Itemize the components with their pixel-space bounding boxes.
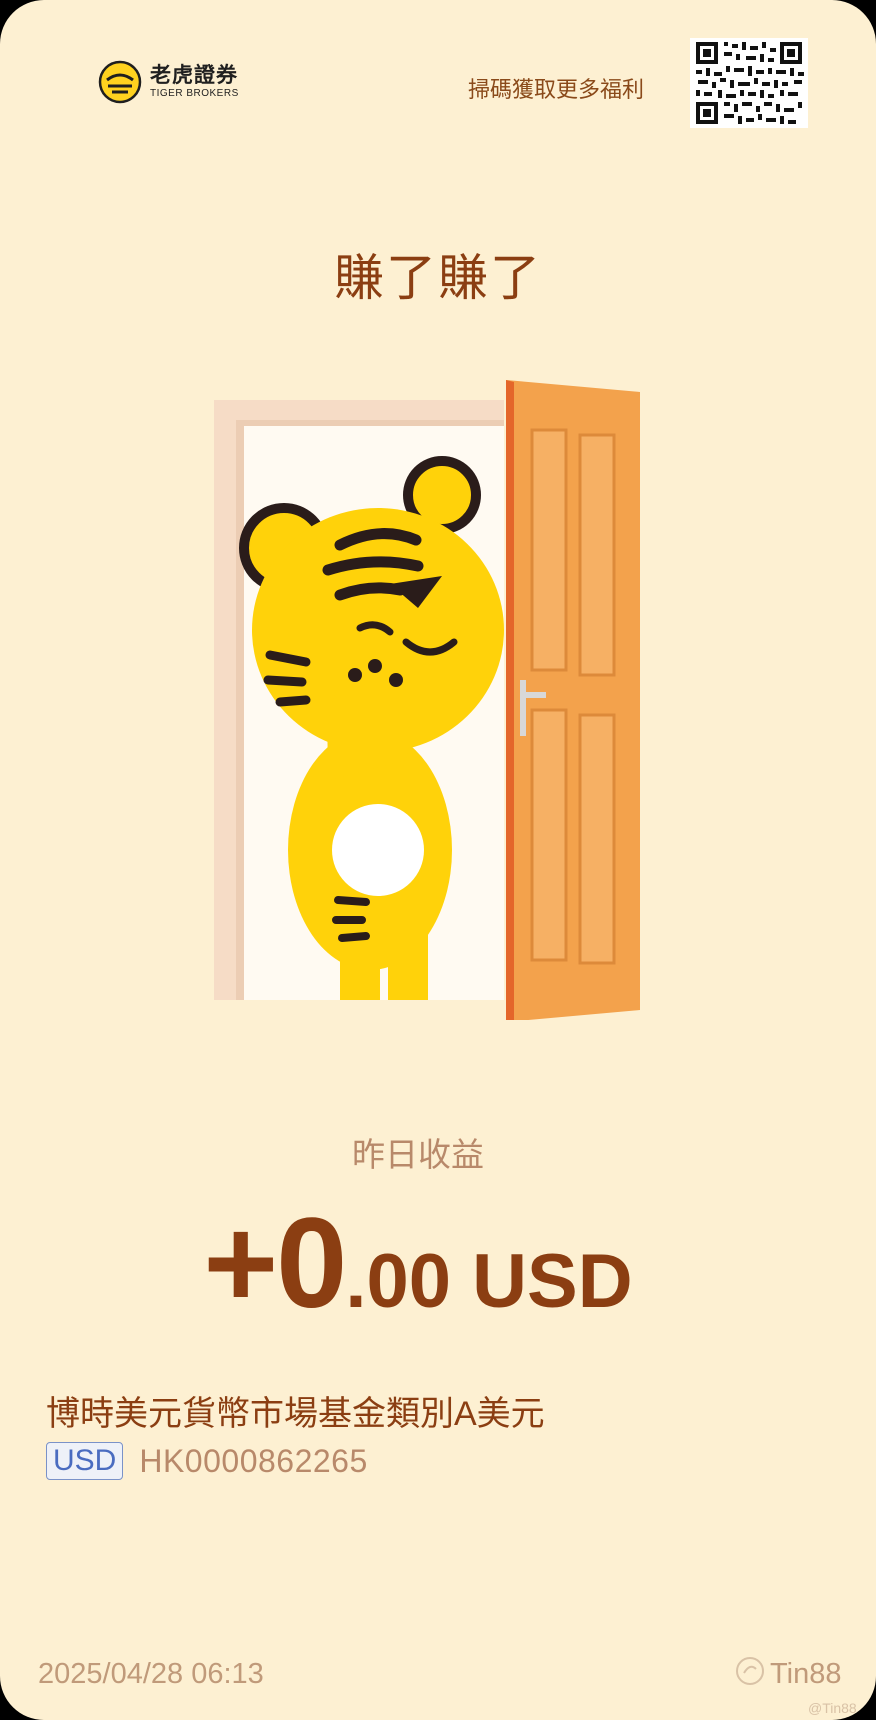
logo-chinese-name: 老虎證券: [150, 64, 238, 87]
currency-badge: USD: [46, 1442, 124, 1480]
author-name: Tin88: [770, 1658, 842, 1690]
tiger-door-illustration: [214, 380, 640, 1020]
qr-code[interactable]: [690, 38, 808, 128]
tiger-brokers-logo: 老虎證券 TIGER BROKERS: [98, 60, 239, 104]
watermark-icon: [736, 1657, 764, 1685]
earnings-amount: +0.00 USD: [0, 1190, 836, 1337]
timestamp: 2025/04/28 06:13: [38, 1658, 264, 1690]
watermark-text: @Tin88: [808, 1700, 857, 1716]
scan-prompt: 掃碼獲取更多福利: [468, 77, 645, 102]
amount-currency: USD: [451, 1239, 633, 1324]
share-card: 老虎證券 TIGER BROKERS 掃碼獲取更多福利 賺了賺了 昨日收益 +0…: [0, 0, 876, 1720]
fund-identifiers: USD HK0000862265: [46, 1442, 368, 1480]
amount-integer: +0: [203, 1192, 347, 1335]
fund-name: 博時美元貨幣市場基金類別A美元: [46, 1395, 545, 1433]
logo-english-name: TIGER BROKERS: [150, 88, 239, 99]
yesterday-earnings-label: 昨日收益: [352, 1136, 484, 1173]
amount-fraction: .00: [345, 1239, 451, 1324]
fund-isin-code: HK0000862265: [139, 1442, 368, 1479]
tiger-logo-icon: [98, 60, 142, 104]
headline: 賺了賺了: [334, 250, 542, 306]
